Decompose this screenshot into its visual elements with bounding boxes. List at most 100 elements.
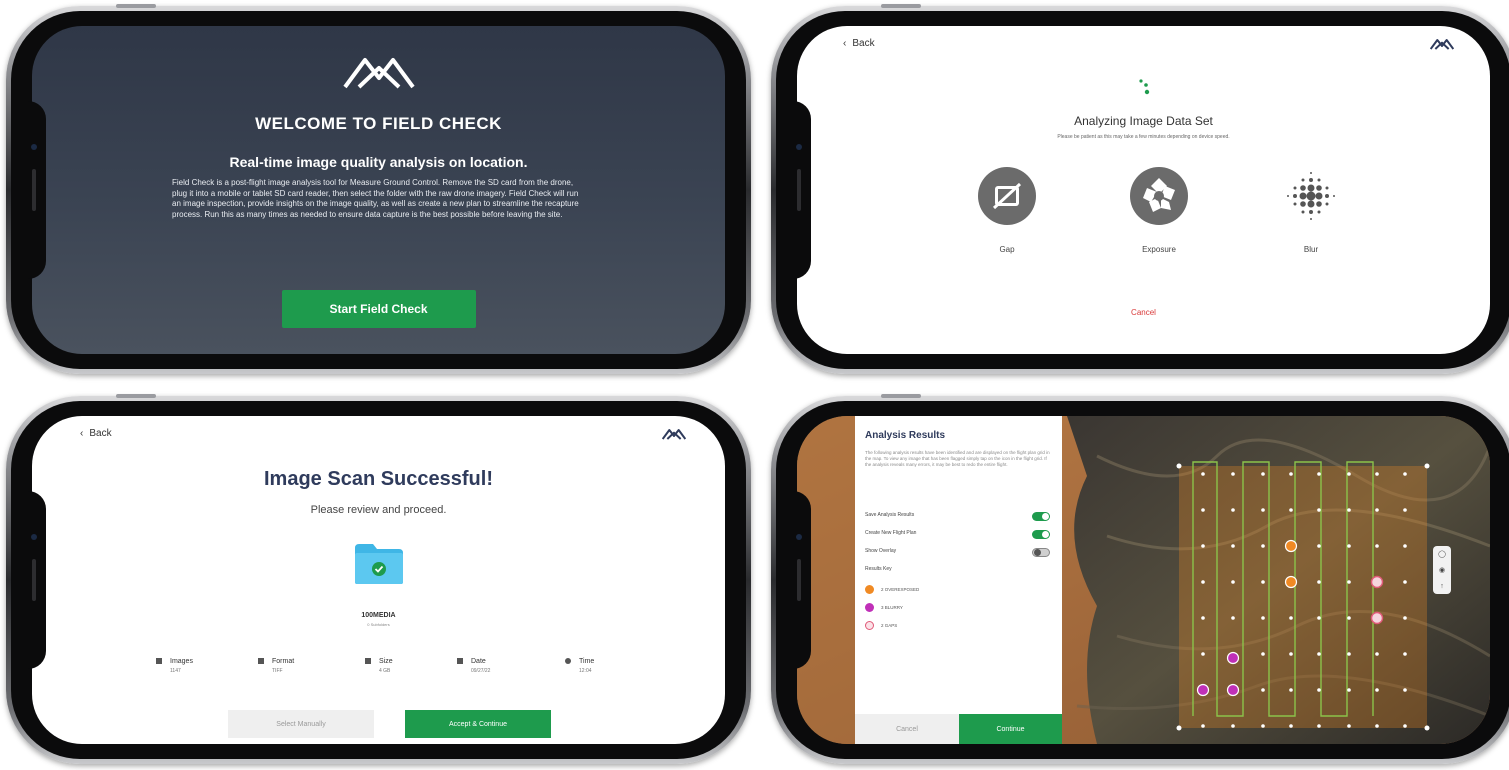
phone-notch <box>20 101 46 279</box>
waypoint-dot <box>1403 724 1407 728</box>
waypoint-dot <box>1403 580 1407 584</box>
gap-icon <box>865 620 874 630</box>
waypoint-dot <box>1347 544 1351 548</box>
aperture-icon <box>1130 167 1188 225</box>
folder-subfolder-count: 0 Subfolders <box>367 622 390 627</box>
stat-size: Size 4 GB <box>365 658 445 674</box>
location-icon[interactable]: ◉ <box>1439 566 1445 574</box>
overexposed-icon <box>865 584 874 594</box>
waypoint-dot <box>1201 652 1205 656</box>
accept-continue-button[interactable]: Accept & Continue <box>405 710 551 738</box>
gap-icon <box>978 167 1036 225</box>
stat-images: Images 1147 <box>156 658 236 674</box>
cancel-button[interactable]: Cancel <box>797 308 1490 317</box>
waypoint-dot <box>1317 724 1321 728</box>
waypoint-dot <box>1289 508 1293 512</box>
stat-label: Images <box>170 658 193 665</box>
map-controls: ◯ ◉ ↑ <box>1433 546 1451 594</box>
phone-frame-analyzing: ‹ Back Analyzing Image Data Set Please be… <box>771 4 1509 374</box>
welcome-subtitle: Real-time image quality analysis on loca… <box>229 154 528 170</box>
scan-success-title: Image Scan Successful! <box>264 468 493 490</box>
phone-notch <box>785 101 811 279</box>
waypoint-dot <box>1261 688 1265 692</box>
phone-frame-analysis-results: ◯ ◉ ↑ Analysis Results The following ana… <box>771 394 1509 764</box>
waypoint-dot <box>1317 688 1321 692</box>
waypoint-dot <box>1403 688 1407 692</box>
result-gaps[interactable]: 2 GAPS <box>865 620 897 630</box>
waypoint-dot <box>1201 724 1205 728</box>
back-button[interactable]: ‹ Back <box>80 428 112 439</box>
stat-label: Time <box>579 658 595 665</box>
layers-icon[interactable]: ↑ <box>1440 583 1444 590</box>
metric-blur: Blur <box>1261 166 1361 254</box>
waypoint-dot <box>1347 652 1351 656</box>
waypoint-dot <box>1201 472 1205 476</box>
analyzing-subtitle: Please be patient as this may take a few… <box>1057 134 1230 140</box>
back-label: Back <box>852 38 875 49</box>
result-blurry[interactable]: 3 BLURRY <box>865 602 903 612</box>
back-button[interactable]: ‹ Back <box>843 38 875 49</box>
show-overlay-toggle[interactable] <box>1032 548 1050 557</box>
waypoint-dot <box>1347 616 1351 620</box>
scan-success-screen: ‹ Back Image Scan Successful! Please revi… <box>32 416 725 744</box>
toggle-row-show-overlay: Show Overlay <box>865 548 1050 558</box>
scan-success-subtitle: Please review and proceed. <box>310 504 447 516</box>
metric-label: Blur <box>1303 245 1319 254</box>
welcome-screen: WELCOME TO FIELD CHECK Real-time image q… <box>32 26 725 354</box>
waypoint-dot <box>1231 472 1235 476</box>
waypoint-dot <box>1201 508 1205 512</box>
toggle-label: Save Analysis Results <box>865 512 915 518</box>
format-icon <box>258 658 264 664</box>
save-results-toggle[interactable] <box>1032 512 1050 521</box>
new-flight-plan-toggle[interactable] <box>1032 530 1050 539</box>
folder-check-icon[interactable] <box>353 542 405 586</box>
waypoint-dot <box>1261 472 1265 476</box>
result-overexposed[interactable]: 2 OVEREXPOSED <box>865 584 919 594</box>
cancel-button[interactable]: Cancel <box>855 714 959 744</box>
stat-value: 1147 <box>170 668 181 674</box>
waypoint-dot <box>1261 544 1265 548</box>
results-key-heading: Results Key <box>865 566 892 572</box>
metric-gap: Gap <box>957 166 1057 254</box>
stat-date: Date 09/27/22 <box>457 658 537 674</box>
waypoint-dot <box>1261 616 1265 620</box>
phone-notch <box>785 491 811 669</box>
waypoint-dot <box>1317 544 1321 548</box>
blur-icon <box>1287 172 1335 220</box>
waypoint-dot <box>1231 580 1235 584</box>
waypoint-dot <box>1347 508 1351 512</box>
continue-button[interactable]: Continue <box>959 714 1062 744</box>
waypoint-dot <box>1201 580 1205 584</box>
analyzing-title: Analyzing Image Data Set <box>1074 114 1213 128</box>
compass-icon[interactable]: ◯ <box>1438 550 1446 558</box>
waypoint-dot <box>1289 724 1293 728</box>
waypoint-dot <box>1403 472 1407 476</box>
welcome-description: Field Check is a post-flight image analy… <box>172 178 579 219</box>
waypoint-dot <box>1403 652 1407 656</box>
metric-label: Exposure <box>1142 245 1176 254</box>
waypoint-dot <box>1231 508 1235 512</box>
blurry-icon <box>865 602 874 612</box>
size-icon <box>365 658 371 664</box>
toggle-row-save-results: Save Analysis Results <box>865 512 1050 522</box>
waypoint-dot <box>1289 688 1293 692</box>
waypoint-dot <box>1403 616 1407 620</box>
start-field-check-button[interactable]: Start Field Check <box>281 290 476 328</box>
chevron-left-icon: ‹ <box>843 38 847 49</box>
waypoint-dot <box>1403 508 1407 512</box>
chevron-left-icon: ‹ <box>80 428 84 439</box>
waypoint-dot <box>1347 688 1351 692</box>
phone-frame-scan-success: ‹ Back Image Scan Successful! Please revi… <box>6 394 751 764</box>
select-manually-button[interactable]: Select Manually <box>228 710 374 738</box>
images-icon <box>156 658 162 664</box>
stat-label: Format <box>272 658 295 665</box>
waypoint-dot <box>1231 616 1235 620</box>
folder-name: 100MEDIA <box>361 612 396 619</box>
panel-title: Analysis Results <box>865 430 946 441</box>
waypoint-dot <box>1375 472 1379 476</box>
metric-exposure: Exposure <box>1109 166 1209 254</box>
waypoint-dot <box>1261 724 1265 728</box>
waypoint-dot <box>1231 724 1235 728</box>
waypoint-dot <box>1201 544 1205 548</box>
stat-value: 4 GB <box>379 668 391 674</box>
